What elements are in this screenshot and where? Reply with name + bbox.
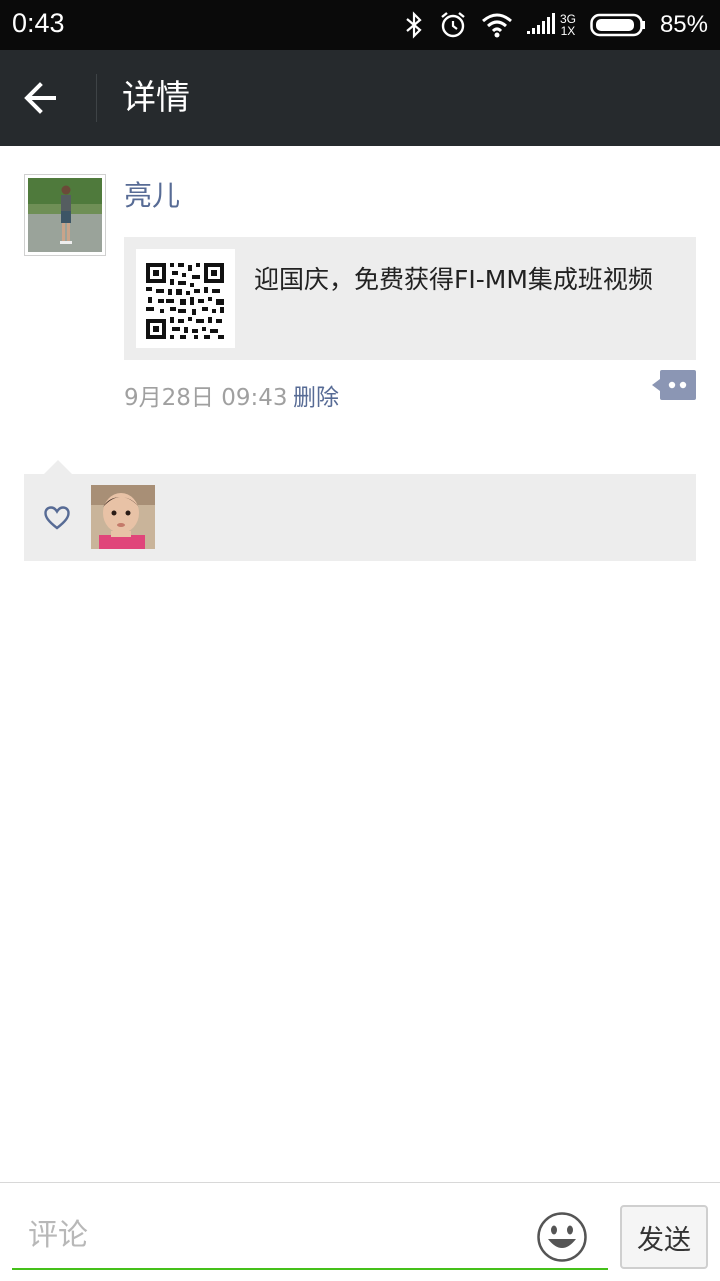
status-time: 0:43 <box>12 8 65 38</box>
send-button[interactable]: 发送 <box>620 1205 708 1269</box>
title-bar: 详情 <box>0 50 720 146</box>
back-button[interactable] <box>20 74 76 122</box>
comment-button[interactable] <box>652 370 696 400</box>
liker-avatar[interactable] <box>91 485 155 549</box>
delete-button[interactable]: 删除 <box>293 378 339 412</box>
wifi-icon <box>481 12 513 38</box>
comment-bar: 发送 <box>0 1182 720 1281</box>
title-divider <box>96 74 97 122</box>
likes-panel-arrow <box>44 460 72 474</box>
alarm-icon <box>439 11 467 39</box>
qr-code-thumbnail <box>136 249 235 348</box>
page-title: 详情 <box>122 78 190 118</box>
heart-icon <box>44 506 70 530</box>
emoji-icon <box>536 1212 588 1267</box>
emoji-button[interactable] <box>536 1211 588 1263</box>
signal-icon: 3G 1X <box>526 13 576 38</box>
bluetooth-icon <box>403 11 425 39</box>
post-timestamp: 9月28日 09:43 <box>124 385 288 411</box>
battery-percent: 85% <box>659 11 708 38</box>
likes-panel <box>24 474 696 561</box>
comment-input[interactable] <box>12 1203 520 1267</box>
battery-icon <box>590 13 646 37</box>
arrow-left-icon <box>20 82 60 126</box>
shared-link-title: 迎国庆，免费获得FI-MM集成班视频 <box>254 265 653 294</box>
status-icons: 3G 1X 85% <box>403 0 708 50</box>
status-bar: 0:43 3G 1X 85% <box>0 0 720 50</box>
comment-bubble-icon <box>652 370 696 404</box>
shared-link-card[interactable]: 迎国庆，免费获得FI-MM集成班视频 <box>124 237 696 360</box>
author-avatar[interactable] <box>24 174 106 256</box>
comment-input-underline <box>12 1268 608 1270</box>
network-type-bottom: 1X <box>560 24 576 38</box>
author-name[interactable]: 亮儿 <box>124 174 180 214</box>
